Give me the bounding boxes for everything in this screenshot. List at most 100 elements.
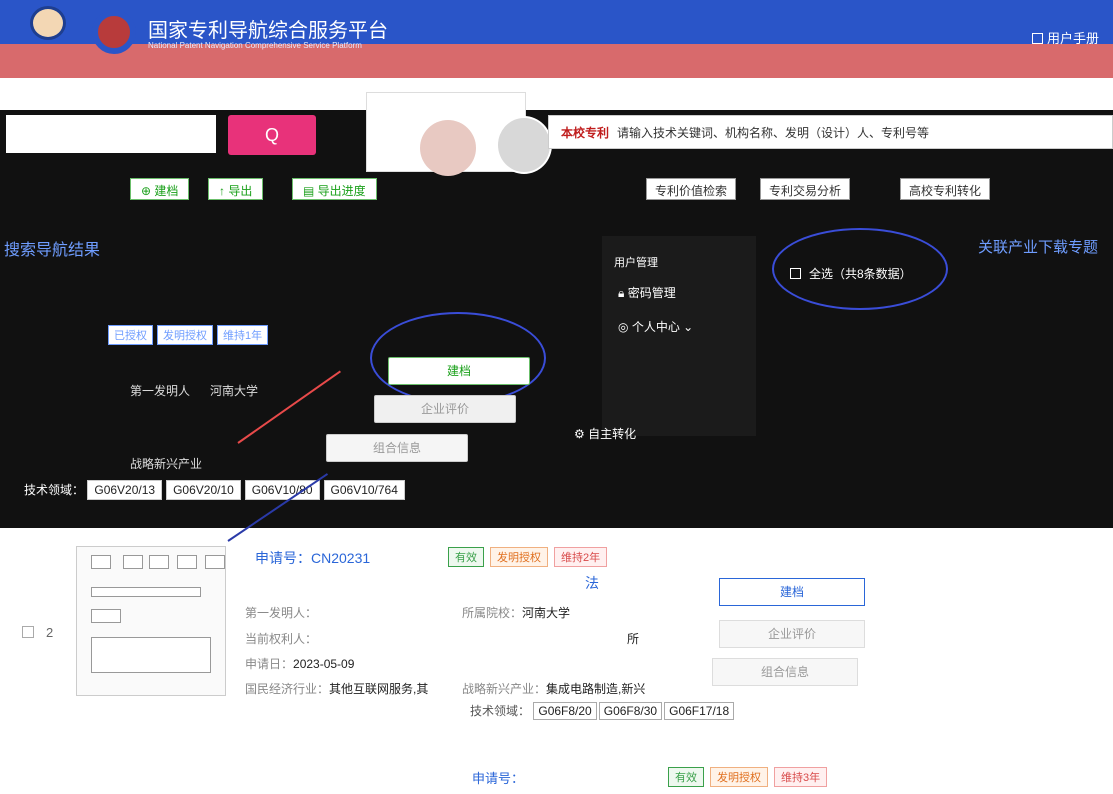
menu-item-password[interactable]: 🔒︎ 密码管理 [618, 284, 676, 301]
app-date-value: 2023-05-09 [293, 657, 355, 671]
record2-status-tags: 有效 发明授权 维持2年 [448, 547, 613, 567]
results-heading: 搜索导航结果 [4, 242, 101, 259]
strategic-value: 集成电路制造,新兴 [546, 682, 646, 696]
toolbar-button-a[interactable]: 专利价值检索 [646, 178, 737, 200]
patent-drawing-image[interactable] [76, 546, 226, 696]
status-badge: 有效 [668, 767, 704, 787]
status-badge: 维持1年 [217, 325, 269, 345]
holder-value: 所 [627, 632, 640, 646]
enterprise-evaluate-button[interactable]: 企业评价 [374, 395, 516, 423]
search-input[interactable]: 本校专利 请输入技术关键词、机构名称、发明（设计）人、专利号等 [548, 115, 1113, 149]
industry-value: 其他互联网服务,其 [329, 682, 429, 696]
diagram-node [91, 555, 111, 569]
record-checkbox[interactable] [22, 626, 34, 638]
diagram-node [91, 609, 121, 623]
toolbar-button-c[interactable]: 高校专利转化 [900, 178, 991, 200]
record-index: 2 [46, 625, 54, 640]
search-icon: Q [264, 125, 279, 145]
diagram-node [123, 555, 143, 569]
application-number[interactable]: 申请号：CN20231 [255, 548, 370, 568]
strategic-industry: 战略新兴产业：集成电路制造,新兴 [462, 680, 645, 697]
logo-icon [30, 6, 66, 40]
record1-inventor-label: 第一发明人 [130, 384, 191, 398]
menu-item-extra[interactable]: ⚙ 自主转化 [574, 425, 636, 442]
application-date: 申请日：2023-05-09 [245, 655, 354, 672]
status-badge: 发明授权 [490, 547, 548, 567]
record1-school: 河南大学 [210, 384, 259, 398]
menu-item-profile[interactable]: ◎ 个人中心 ⌄ [618, 318, 693, 335]
diagram-node [205, 555, 225, 569]
create-record-button[interactable]: 建档 [388, 357, 530, 385]
user-manual-label: 用户手册 [1046, 31, 1099, 46]
lock-icon: 🔒︎ [618, 286, 628, 300]
user-icon: ◎ [618, 320, 632, 334]
diagram-node [149, 555, 169, 569]
menu-item-profile-label: 个人中心 [631, 320, 680, 334]
school-label: 所属院校： [462, 606, 523, 620]
user-avatar[interactable] [496, 116, 552, 174]
site-title: 国家专利导航综合服务平台 [148, 18, 388, 42]
school: 所属院校：河南大学 [462, 604, 570, 621]
current-holder: 当前权利人： 所 [245, 630, 639, 647]
user-manual-link[interactable]: 用户手册 [1031, 28, 1099, 47]
status-badge: 维持2年 [554, 547, 608, 567]
ipc-tag[interactable]: G06F8/30 [598, 702, 663, 720]
select-all-checkbox[interactable]: 全选（共8条数据） [790, 265, 912, 282]
checkbox-icon [790, 268, 801, 279]
app-date-label: 申请日： [245, 657, 294, 671]
export-progress-button[interactable]: ▤ 导出进度 [292, 178, 377, 200]
ipc-tag[interactable]: G06F17/18 [664, 702, 735, 720]
patent-title: 法 [585, 575, 599, 591]
create-record-button[interactable]: 建档 [719, 578, 865, 606]
status-badge: 发明授权 [710, 767, 768, 787]
combination-info-button[interactable]: 组合信息 [712, 658, 858, 686]
search-scope-tag[interactable]: 本校专利 [561, 126, 609, 140]
search-button[interactable]: Q [228, 115, 316, 155]
ipc-tag[interactable]: G06V10/80 [244, 480, 320, 500]
record2-tech-field: 技术领域： G06F8/20 G06F8/30 G06F17/18 [470, 702, 736, 720]
search-type-field[interactable] [6, 115, 216, 153]
enterprise-evaluate-button[interactable]: 企业评价 [719, 620, 865, 648]
tech-label: 技术领域： [470, 704, 531, 718]
diagram-node [91, 637, 211, 673]
school-value: 河南大学 [522, 606, 571, 620]
avatar[interactable] [420, 120, 476, 176]
holder-label: 当前权利人： [245, 632, 318, 646]
industry-label: 国民经济行业： [245, 682, 330, 696]
export-progress-label: 导出进度 [317, 184, 366, 198]
app-label: 申请号： [472, 771, 525, 786]
first-inventor-label: 第一发明人： [245, 606, 318, 620]
ipc-tag[interactable]: G06V10/764 [323, 480, 405, 500]
first-inventor: 第一发明人： [245, 604, 317, 621]
user-menu-title: 用户管理 [614, 257, 658, 269]
record1-industry-label: 战略新兴产业 [130, 457, 203, 471]
ipc-tag[interactable]: G06V20/13 [87, 480, 163, 500]
select-all-label: 全选（共8条数据） [809, 267, 912, 281]
tech-label: 技术领域： [24, 483, 85, 497]
topic-heading[interactable]: 关联产业下载专题 [978, 236, 1098, 257]
diagram-node [177, 555, 197, 569]
diagram-node [91, 587, 201, 597]
user-menu-dropdown: 用户管理 🔒︎ 密码管理 ◎ 个人中心 ⌄ [602, 236, 756, 436]
site-subtitle: National Patent Navigation Comprehensive… [148, 41, 362, 50]
ipc-tag[interactable]: G06F8/20 [533, 702, 597, 720]
application-number[interactable]: 申请号： [472, 768, 524, 787]
status-badge: 维持3年 [774, 767, 828, 787]
toolbar-button-b[interactable]: 专利交易分析 [760, 178, 851, 200]
create-button[interactable]: ⊕ 建档 [130, 178, 190, 200]
strategic-label: 战略新兴产业： [462, 682, 547, 696]
ipc-tag[interactable]: G06V20/10 [166, 480, 241, 500]
export-button[interactable]: ↑ 导出 [208, 178, 264, 200]
combination-info-button[interactable]: 组合信息 [326, 434, 468, 462]
record3-status-tags: 有效 发明授权 维持3年 [668, 767, 833, 787]
book-icon [1031, 33, 1043, 44]
national-industry: 国民经济行业：其他互联网服务,其 [245, 680, 428, 697]
menu-item-password-label: 密码管理 [627, 286, 676, 300]
menu-item-extra-label: 自主转化 [588, 427, 637, 441]
status-badge: 发明授权 [157, 325, 213, 345]
record1-tags: 已授权 发明授权 维持1年 [108, 325, 272, 345]
platform-logo-icon [92, 10, 136, 54]
chevron-down-icon: ⌄ [683, 320, 694, 334]
status-badge: 有效 [448, 547, 484, 567]
patent-title-link[interactable]: 法 [255, 573, 599, 593]
